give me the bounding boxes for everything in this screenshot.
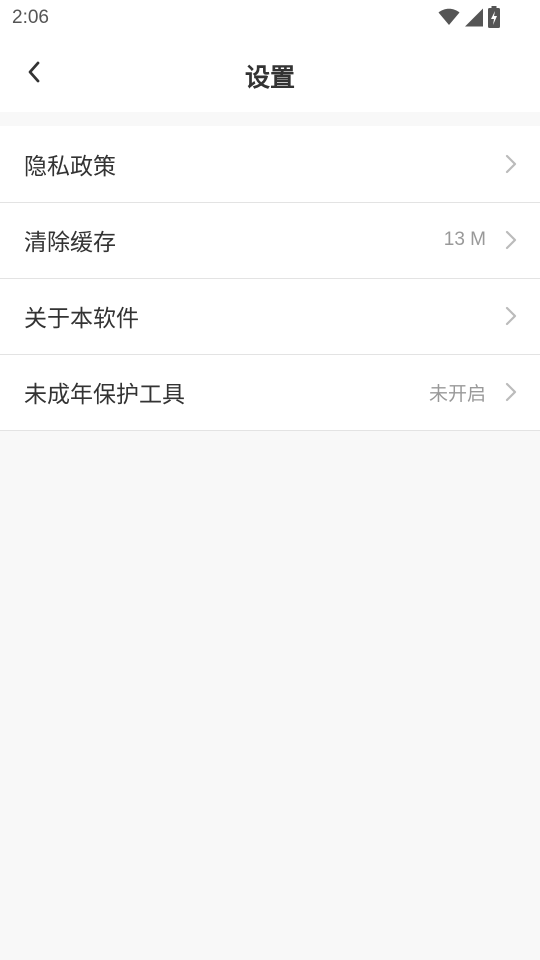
settings-item-label: 隐私政策 (24, 154, 116, 180)
settings-item-privacy-policy[interactable]: 隐私政策 (0, 126, 540, 202)
settings-item-label: 未成年保护工具 (24, 382, 185, 408)
chevron-right-icon (505, 230, 517, 250)
minor-protection-status: 未开启 (428, 383, 486, 405)
settings-item-minor-protection[interactable]: 未成年保护工具 未开启 (0, 354, 540, 430)
status-bar: 2:06 (0, 0, 540, 36)
page-title: 设置 (244, 63, 295, 92)
settings-item-clear-cache[interactable]: 清除缓存 13 M (0, 202, 540, 278)
cellular-signal-icon (464, 8, 484, 27)
battery-charging-icon (488, 6, 500, 28)
settings-item-about[interactable]: 关于本软件 (0, 278, 540, 354)
status-time: 2:06 (12, 7, 49, 28)
settings-list: 隐私政策 清除缓存 13 M 关于本软件 未成年保护工具 未开启 (0, 126, 540, 431)
cache-size-value: 13 M (443, 229, 486, 250)
header: 设置 (0, 36, 540, 112)
chevron-right-icon (505, 382, 517, 402)
status-icons (438, 6, 500, 28)
chevron-right-icon (505, 306, 517, 326)
wifi-icon (438, 8, 460, 26)
settings-item-label: 关于本软件 (24, 306, 139, 332)
settings-item-label: 清除缓存 (24, 230, 116, 256)
chevron-right-icon (505, 154, 517, 174)
